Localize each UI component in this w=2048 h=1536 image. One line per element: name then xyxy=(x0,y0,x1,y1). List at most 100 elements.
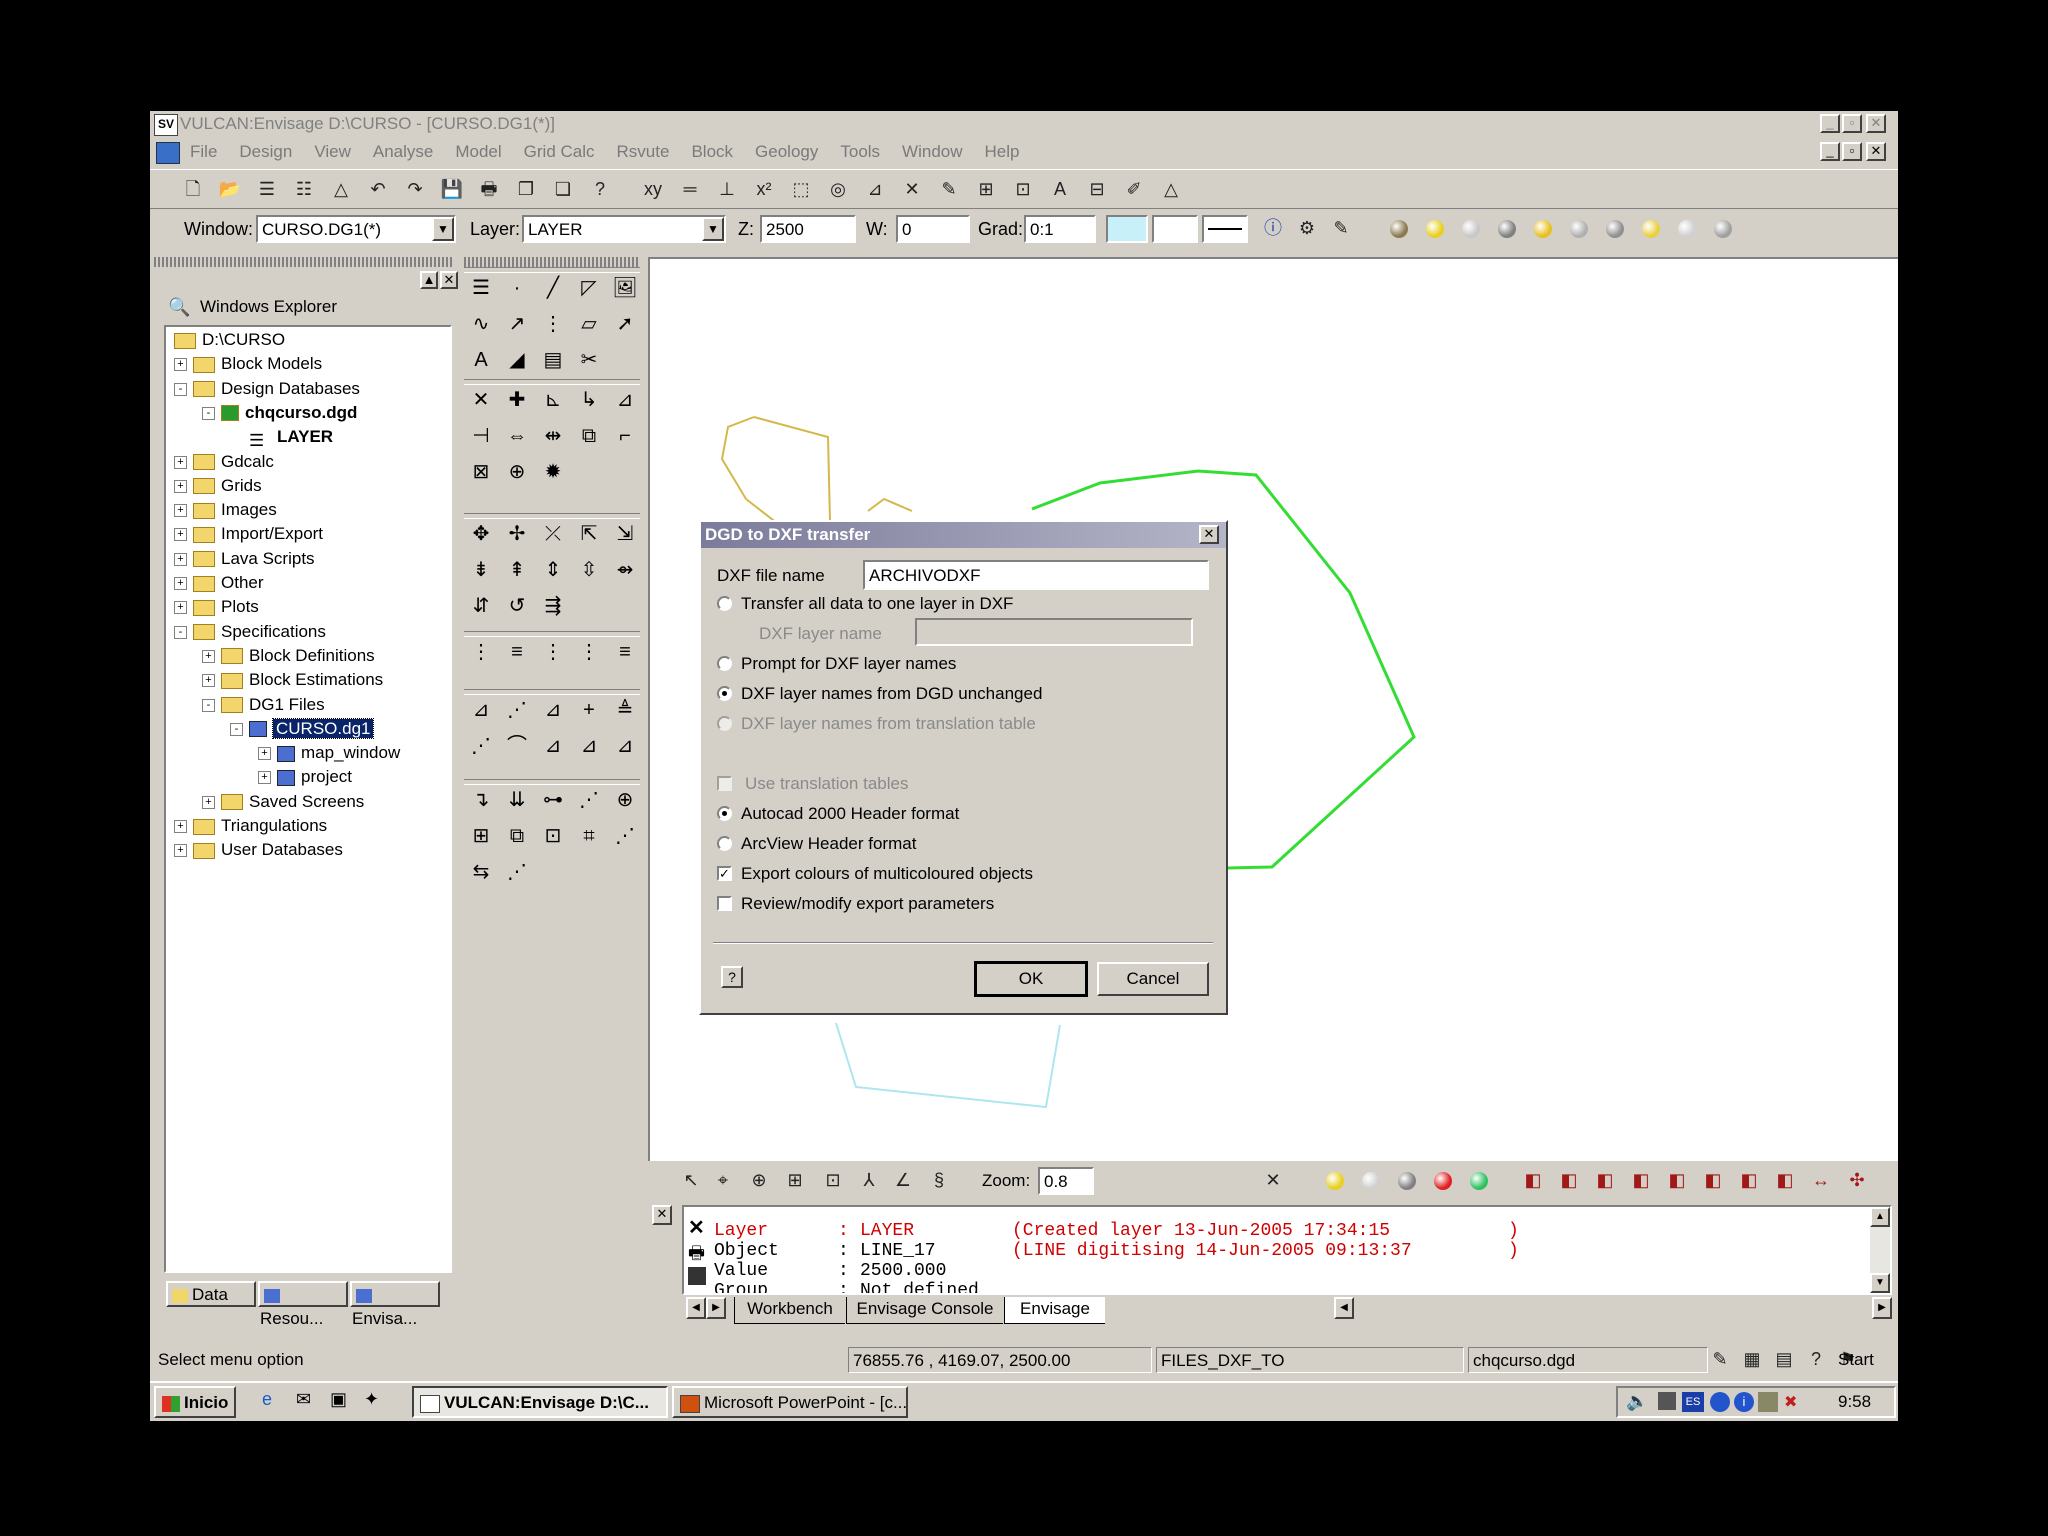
console-tab[interactable]: Workbench xyxy=(734,1297,845,1324)
menu-model[interactable]: Model xyxy=(455,142,501,161)
status-start[interactable]: Start xyxy=(1838,1350,1874,1370)
palette-tool-icon[interactable]: ⊡ xyxy=(538,821,568,851)
palette-tool-icon[interactable]: ⇟ xyxy=(466,555,496,585)
start-button[interactable]: Inicio xyxy=(154,1386,236,1418)
palette-tool-icon[interactable]: ⇕ xyxy=(538,555,568,585)
collapse-icon[interactable]: - xyxy=(230,722,243,736)
cancel-button[interactable]: Cancel xyxy=(1097,962,1209,996)
palette-tool-icon[interactable]: ⊕ xyxy=(610,785,640,815)
palette-tool-icon[interactable]: ⇴ xyxy=(610,555,640,585)
snap-point-icon[interactable]: ⊡ xyxy=(820,1167,846,1193)
expand-icon[interactable]: + xyxy=(202,649,215,663)
list-icon[interactable]: ⊟ xyxy=(1084,176,1110,202)
radio-prompt-names[interactable] xyxy=(717,656,732,671)
menu-help[interactable]: Help xyxy=(985,142,1020,161)
expand-icon[interactable]: + xyxy=(174,820,187,834)
palette-tool-icon[interactable]: ⊿ xyxy=(538,731,568,761)
collapse-icon[interactable]: - xyxy=(174,382,187,396)
collapse-icon[interactable]: - xyxy=(174,625,187,639)
help-icon[interactable]: ? xyxy=(1804,1347,1828,1371)
text-icon[interactable]: A xyxy=(1047,176,1073,202)
dxf-file-input[interactable]: ARCHIVODXF xyxy=(863,560,1209,590)
layer-select[interactable]: LAYER ▼ xyxy=(522,215,726,243)
angle-icon[interactable]: ∠ xyxy=(890,1167,916,1193)
tray-app-icon[interactable] xyxy=(1710,1392,1730,1412)
console-output[interactable]: ✕ 🖶 Layer: LAYER (Created layer 13-Jun-200… xyxy=(682,1205,1892,1295)
palette-tool-icon[interactable]: ▱ xyxy=(574,309,604,339)
console-close-button[interactable]: ✕ xyxy=(652,1205,672,1225)
shading-ball-icon[interactable] xyxy=(1398,1172,1416,1190)
palette-tool-icon[interactable]: ⋰ xyxy=(574,785,604,815)
palette-tool-icon[interactable]: + xyxy=(574,695,604,725)
tree-item[interactable]: + map_window xyxy=(258,742,400,764)
palette-tool-icon[interactable]: ▤ xyxy=(538,345,568,375)
palette-tool-icon[interactable]: ↴ xyxy=(466,785,496,815)
palette-tool-icon[interactable]: ✢ xyxy=(502,519,532,549)
tree-item[interactable]: + Gdcalc xyxy=(174,451,274,473)
palette-tool-icon[interactable]: ⇵ xyxy=(466,591,496,621)
hscroll-right[interactable]: ▶ xyxy=(1872,1297,1892,1319)
ie-icon[interactable]: e xyxy=(262,1389,272,1410)
palette-tool-icon[interactable]: ⊾ xyxy=(538,385,568,415)
explorer-tab[interactable]: Data xyxy=(166,1281,256,1307)
tree-item[interactable]: + Lava Scripts xyxy=(174,548,315,570)
view-cube-icon[interactable]: ◧ xyxy=(1556,1167,1582,1193)
palette-tool-icon[interactable]: ⊿ xyxy=(538,695,568,725)
target-icon[interactable]: ◎ xyxy=(825,176,851,202)
console-tab[interactable]: Envisage Console xyxy=(846,1297,1003,1324)
tree-item[interactable]: - CURSO.dg1 xyxy=(230,717,375,740)
fold-icon[interactable]: ⊿ xyxy=(862,176,888,202)
grid-icon[interactable]: ⊞ xyxy=(973,176,999,202)
render-ball-icon[interactable] xyxy=(1642,220,1660,238)
tree-item[interactable]: + Block Estimations xyxy=(202,669,383,691)
tree-item[interactable]: + project xyxy=(258,766,352,788)
taskbar-task[interactable]: VULCAN:Envisage D:\C... xyxy=(412,1386,668,1418)
radio-transfer-one-layer[interactable] xyxy=(717,596,732,611)
render-ball-icon[interactable] xyxy=(1714,220,1732,238)
palette-tool-icon[interactable]: ✚ xyxy=(502,385,532,415)
table-view-icon[interactable]: ▦ xyxy=(1740,1347,1764,1371)
expand-icon[interactable]: + xyxy=(174,479,187,493)
grid-icon[interactable]: ⊞ xyxy=(782,1167,808,1193)
redo-icon[interactable]: ↷ xyxy=(402,176,428,202)
palette-tool-icon[interactable]: ⊞ xyxy=(466,821,496,851)
palette-tool-icon[interactable]: ⇹ xyxy=(538,421,568,451)
doc-restore-button[interactable]: ▫ xyxy=(1842,142,1862,161)
panel-close-button[interactable]: ✕ xyxy=(440,271,458,289)
tree-item[interactable]: D:\CURSO xyxy=(174,329,285,351)
explorer-tab[interactable]: Resou... xyxy=(258,1281,348,1328)
view-cube-icon[interactable]: ◧ xyxy=(1772,1167,1798,1193)
palette-tool-icon[interactable]: ⋮ xyxy=(466,637,496,667)
view-cube-icon[interactable]: ◧ xyxy=(1700,1167,1726,1193)
tree-item[interactable]: ☰ LAYER xyxy=(230,426,333,450)
view-cube-icon[interactable]: ✣ xyxy=(1844,1167,1870,1193)
menu-file[interactable]: File xyxy=(190,142,217,161)
render-ball-icon[interactable] xyxy=(1462,220,1480,238)
menu-grid-calc[interactable]: Grid Calc xyxy=(524,142,595,161)
tree-item[interactable]: + Grids xyxy=(174,475,262,497)
palette-tool-icon[interactable]: ⋰ xyxy=(502,857,532,887)
x-mark-icon[interactable]: ✕ xyxy=(899,176,925,202)
select-arrow-icon[interactable]: ↖ xyxy=(678,1167,704,1193)
expand-icon[interactable]: + xyxy=(174,455,187,469)
network-icon[interactable] xyxy=(1658,1392,1676,1410)
palette-tool-icon[interactable]: ⋰ xyxy=(610,821,640,851)
layer-delete-icon[interactable]: ☷ xyxy=(291,176,317,202)
print-icon[interactable]: 🖶 xyxy=(476,176,502,202)
palette-tool-icon[interactable]: ✕ xyxy=(466,385,496,415)
ruler-2-icon[interactable]: ⊥ xyxy=(714,176,740,202)
language-indicator[interactable]: ES xyxy=(1682,1392,1704,1412)
menu-block[interactable]: Block xyxy=(691,142,733,161)
collapse-icon[interactable]: - xyxy=(202,698,215,712)
render-ball-icon[interactable] xyxy=(1534,220,1552,238)
new-icon[interactable]: 🗋 xyxy=(180,176,206,202)
open-icon[interactable]: 📂 xyxy=(217,176,243,202)
close-icon[interactable]: ✕ xyxy=(688,1215,705,1240)
collapse-icon[interactable]: - xyxy=(202,406,215,420)
palette-tool-icon[interactable]: ↗ xyxy=(502,309,532,339)
console-tab[interactable]: Envisage xyxy=(1004,1297,1105,1324)
minimize-button[interactable]: _ xyxy=(1820,114,1840,133)
shading-ball-icon[interactable] xyxy=(1434,1172,1452,1190)
save-icon[interactable] xyxy=(688,1267,706,1285)
note-icon[interactable]: ✐ xyxy=(1121,176,1147,202)
